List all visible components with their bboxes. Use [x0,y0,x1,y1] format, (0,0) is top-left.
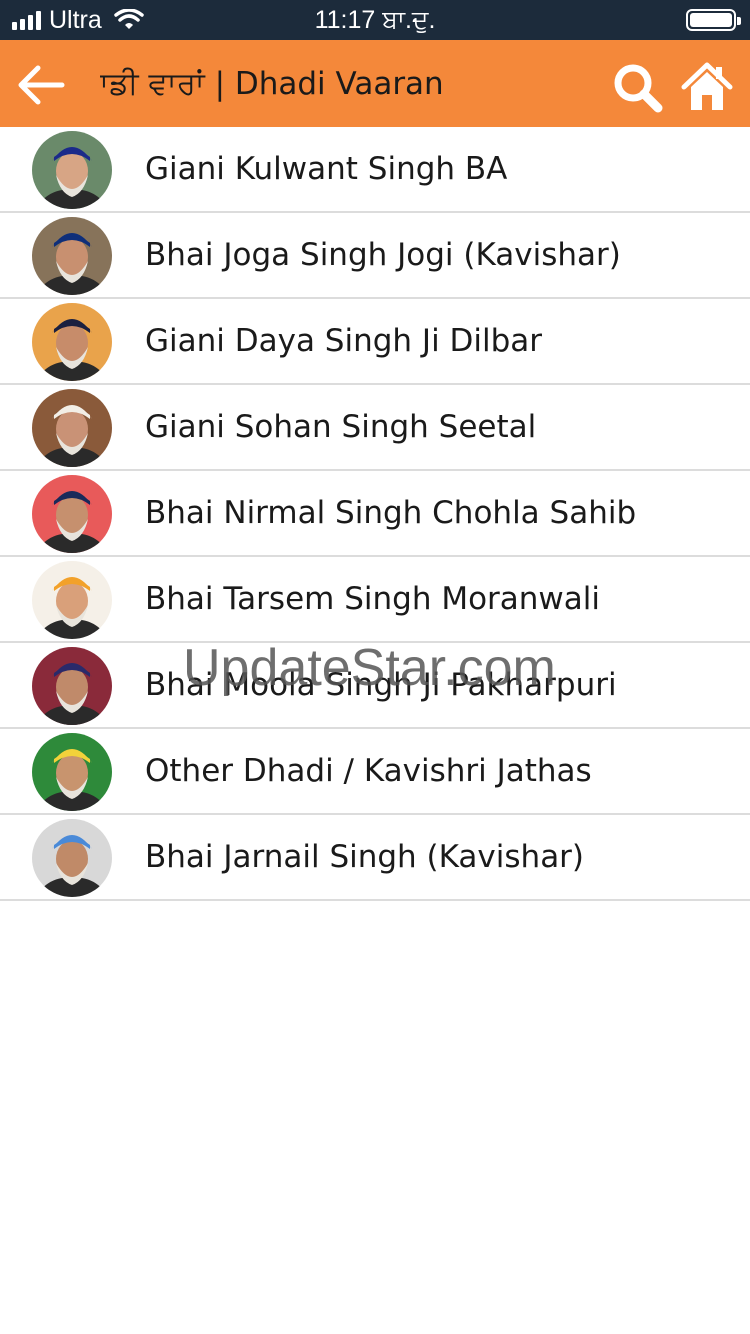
list-item-label: Bhai Jarnail Singh (Kavishar) [145,839,585,875]
status-time: 11:17 ਬਾ.ਦੁ. [314,6,436,34]
avatar [32,733,112,811]
avatar [32,389,112,467]
list-item[interactable]: Other Dhadi / Kavishri Jathas [0,729,750,815]
avatar [32,561,112,639]
avatar [32,647,112,725]
list-item[interactable]: Giani Kulwant Singh BA [0,127,750,213]
back-button[interactable] [12,60,70,110]
list-item-label: Bhai Moola Singh Ji Pakharpuri [145,667,617,703]
battery-icon [686,9,741,31]
home-button[interactable] [680,60,734,114]
search-icon [614,64,663,113]
list-item-label: Giani Daya Singh Ji Dilbar [145,323,543,359]
list-item[interactable]: Bhai Joga Singh Jogi (Kavishar) [0,213,750,299]
artist-list: Giani Kulwant Singh BA Bhai Joga Singh Jo… [0,127,750,901]
app-header: ਢਾਡੀ ਵਾਰਾਂ | Dhadi Vaaran [0,40,750,127]
avatar [32,303,112,381]
list-item[interactable]: Giani Sohan Singh Seetal [0,385,750,471]
avatar [32,131,112,209]
avatar [32,819,112,897]
list-item-label: Giani Kulwant Singh BA [145,151,508,187]
header-title-wrap: ਢਾਡੀ ਵਾਰਾਂ | Dhadi Vaaran [100,40,600,127]
page-title: ਢਾਡੀ ਵਾਰਾਂ | Dhadi Vaaran [100,66,444,102]
list-item[interactable]: Giani Daya Singh Ji Dilbar [0,299,750,385]
arrow-left-icon [18,65,65,105]
avatar [32,217,112,295]
list-item-label: Bhai Joga Singh Jogi (Kavishar) [145,237,621,273]
list-item-label: Giani Sohan Singh Seetal [145,409,537,445]
list-item[interactable]: Bhai Nirmal Singh Chohla Sahib [0,471,750,557]
list-item[interactable]: Bhai Tarsem Singh Moranwali [0,557,750,643]
list-item-label: Bhai Tarsem Singh Moranwali [145,581,600,617]
home-icon [681,62,733,110]
list-item[interactable]: Bhai Jarnail Singh (Kavishar) [0,815,750,901]
status-bar: Ultra 11:17 ਬਾ.ਦੁ. [0,0,750,40]
search-button[interactable] [612,62,664,114]
list-item-label: Bhai Nirmal Singh Chohla Sahib [145,495,637,531]
list-item[interactable]: Bhai Moola Singh Ji Pakharpuri [0,643,750,729]
list-item-label: Other Dhadi / Kavishri Jathas [145,753,592,789]
avatar [32,475,112,553]
